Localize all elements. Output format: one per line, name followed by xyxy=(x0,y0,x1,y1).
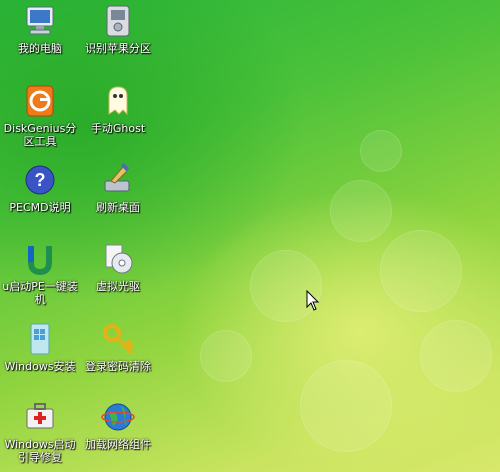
desktop-icon-virtual-drive[interactable]: 虚拟光驱 xyxy=(78,242,158,293)
mouse-pointer-icon xyxy=(306,289,320,312)
icon-label: 刷新桌面 xyxy=(96,201,140,214)
desktop-icon-windows-install[interactable]: Windows安装 xyxy=(0,322,80,373)
icon-label: PECMD说明 xyxy=(9,201,71,214)
desktop-icon-login-password-clear[interactable]: 登录密码清除 xyxy=(78,322,158,373)
help-icon: ? xyxy=(23,163,57,197)
toolbox-icon xyxy=(23,400,57,434)
u-install-icon xyxy=(23,242,57,276)
desktop-icon-refresh-desktop[interactable]: 刷新桌面 xyxy=(78,162,158,214)
desktop-icon-windows-boot-repair[interactable]: Windows启动引导修复 xyxy=(0,400,80,464)
icon-label: DiskGenius分区工具 xyxy=(3,122,77,148)
icon-label: u启动PE一键装机 xyxy=(2,280,78,306)
icon-label: Windows安装 xyxy=(4,360,76,373)
desktop-icon-diskgenius[interactable]: DiskGenius分区工具 xyxy=(0,84,80,148)
desktop-icon-u-qidong-pe-install[interactable]: u启动PE一键装机 xyxy=(0,242,80,306)
icon-label: 手动Ghost xyxy=(90,122,146,135)
key-icon xyxy=(101,322,135,356)
wallpaper-bokeh xyxy=(330,180,392,242)
desktop-icon-pecmd-help[interactable]: ? PECMD说明 xyxy=(0,163,80,214)
wallpaper-bokeh xyxy=(300,360,392,452)
computer-icon xyxy=(23,4,57,38)
icon-label: 识别苹果分区 xyxy=(85,42,151,55)
drive-icon xyxy=(101,4,135,38)
icon-label: Windows启动引导修复 xyxy=(4,438,76,464)
icon-label: 登录密码清除 xyxy=(85,360,151,373)
diskgenius-icon xyxy=(23,84,57,118)
desktop-icon-identify-apple-partition[interactable]: 识别苹果分区 xyxy=(78,4,158,55)
wallpaper-bokeh xyxy=(420,320,492,392)
wallpaper-bokeh xyxy=(200,330,252,382)
wallpaper-bokeh xyxy=(380,230,462,312)
desktop-icon-load-network-components[interactable]: 加载网络组件 xyxy=(78,400,158,451)
ghost-icon xyxy=(101,84,135,118)
icon-label: 虚拟光驱 xyxy=(96,280,140,293)
icon-label: 加载网络组件 xyxy=(85,438,151,451)
desktop-icon-manual-ghost[interactable]: 手动Ghost xyxy=(78,84,158,135)
svg-text:?: ? xyxy=(35,170,46,190)
wallpaper-bokeh xyxy=(360,130,402,172)
refresh-desktop-icon xyxy=(101,162,135,197)
network-globe-icon xyxy=(101,400,135,434)
desktop-icon-my-computer[interactable]: 我的电脑 xyxy=(0,4,80,55)
icon-label: 我的电脑 xyxy=(18,42,62,55)
windows-install-icon xyxy=(23,322,57,356)
virtual-drive-icon xyxy=(101,242,135,276)
